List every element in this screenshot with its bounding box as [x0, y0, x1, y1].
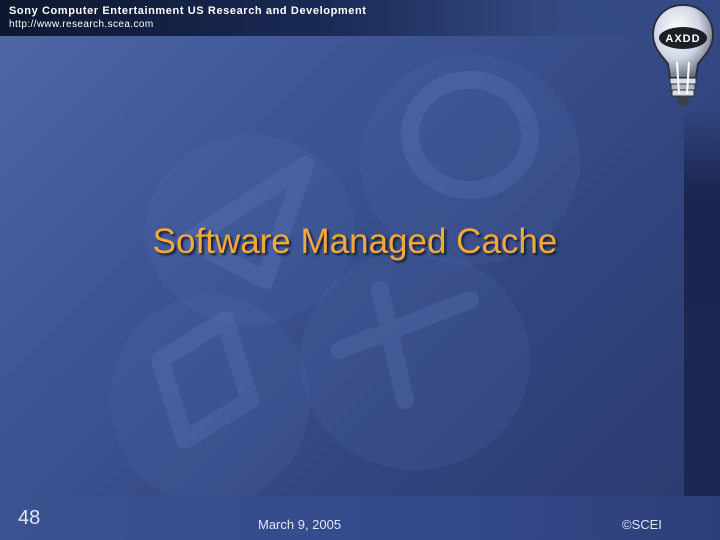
footer-date: March 9, 2005 — [258, 517, 342, 532]
slide-title: Software Managed Cache — [152, 222, 558, 261]
header-organization: Sony Computer Entertainment US Research … — [9, 5, 367, 17]
right-edge-shadow — [684, 110, 720, 540]
slide: Sony Computer Entertainment US Research … — [0, 0, 720, 540]
header-bar: Sony Computer Entertainment US Research … — [0, 0, 720, 36]
logo-text: AXDD — [665, 33, 701, 45]
light-bulb-icon — [651, 3, 715, 106]
footer-copyright: ©SCEI — [622, 517, 662, 532]
footer-bar: 48 March 9, 2005 ©SCEI — [0, 496, 720, 540]
playstation-symbols-watermark — [110, 55, 580, 505]
header-url: http://www.research.scea.com — [9, 19, 154, 30]
logo: AXDD — [648, 2, 718, 114]
page-number: 48 — [18, 507, 41, 529]
